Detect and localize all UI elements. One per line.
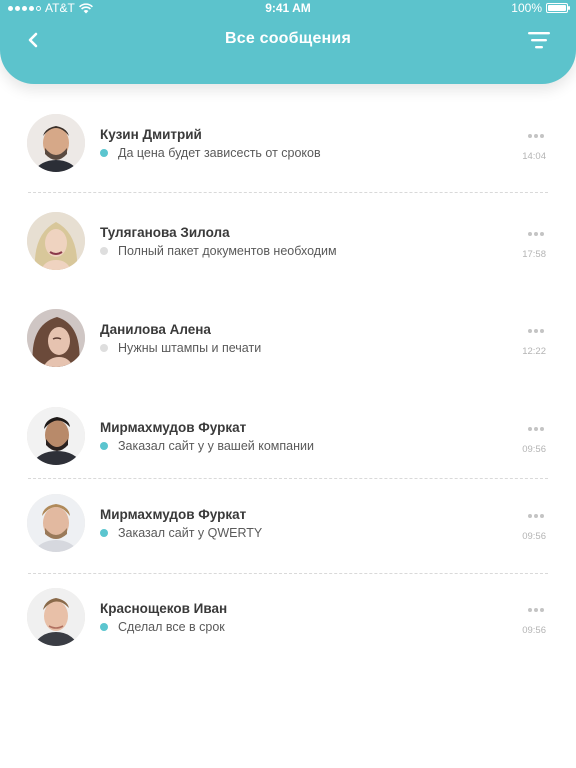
- battery-fill: [548, 5, 566, 11]
- status-dot: [100, 442, 108, 450]
- contact-name: Туляганова Зилола: [100, 225, 230, 240]
- avatar: [27, 407, 85, 465]
- message-row[interactable]: Краснощеков Иван Сделал все в срок 09:56: [0, 582, 576, 678]
- message-preview: Заказал сайт у QWERTY: [100, 526, 262, 540]
- message-row[interactable]: Мирмахмудов Фуркат Заказал сайт у QWERTY…: [0, 488, 576, 584]
- message-row[interactable]: Данилова Алена Нужны штампы и печати 12:…: [0, 303, 576, 399]
- avatar: [27, 309, 85, 367]
- row-divider: [28, 192, 548, 193]
- more-icon[interactable]: [526, 327, 546, 335]
- message-row[interactable]: Туляганова Зилола Полный пакет документо…: [0, 206, 576, 302]
- status-dot: [100, 623, 108, 631]
- header-bar: AT&T 9:41 AM 100% Все сообщения: [0, 0, 576, 84]
- page-title: Все сообщения: [225, 30, 351, 47]
- status-dot: [100, 149, 108, 157]
- message-preview: Полный пакет документов необходим: [100, 244, 337, 258]
- more-icon[interactable]: [526, 230, 546, 238]
- message-time: 17:58: [522, 249, 546, 260]
- battery-icon: [546, 3, 570, 13]
- status-time: 9:41 AM: [265, 1, 311, 15]
- battery-percent: 100%: [511, 1, 542, 15]
- status-dot: [100, 344, 108, 352]
- status-dot: [100, 247, 108, 255]
- more-icon[interactable]: [526, 132, 546, 140]
- message-preview: Да цена будет зависесть от сроков: [100, 146, 321, 160]
- more-icon[interactable]: [526, 606, 546, 614]
- message-text: Нужны штампы и печати: [118, 341, 262, 355]
- status-right: 100%: [511, 1, 570, 15]
- contact-name: Данилова Алена: [100, 322, 211, 337]
- row-divider: [28, 573, 548, 574]
- avatar: [27, 588, 85, 646]
- message-preview: Заказал сайт у у вашей компании: [100, 439, 314, 453]
- row-divider: [28, 478, 548, 479]
- message-text: Да цена будет зависесть от сроков: [118, 146, 321, 160]
- status-dot: [100, 529, 108, 537]
- contact-name: Мирмахмудов Фуркат: [100, 420, 247, 435]
- message-row[interactable]: Кузин Дмитрий Да цена будет зависесть от…: [0, 108, 576, 204]
- message-time: 14:04: [522, 151, 546, 162]
- message-time: 12:22: [522, 346, 546, 357]
- message-preview: Нужны штампы и печати: [100, 341, 261, 355]
- contact-name: Кузин Дмитрий: [100, 127, 202, 142]
- avatar: [27, 494, 85, 552]
- message-time: 09:56: [522, 444, 546, 455]
- avatar: [27, 212, 85, 270]
- message-text: Сделал все в срок: [118, 620, 225, 634]
- contact-name: Мирмахмудов Фуркат: [100, 507, 247, 522]
- status-bar: AT&T 9:41 AM 100%: [0, 0, 576, 16]
- message-text: Заказал сайт у у вашей компании: [118, 439, 314, 453]
- filter-icon: [528, 32, 550, 49]
- contact-name: Краснощеков Иван: [100, 601, 228, 616]
- message-text: Заказал сайт у QWERTY: [118, 526, 263, 540]
- more-icon[interactable]: [526, 425, 546, 433]
- message-row[interactable]: Мирмахмудов Фуркат Заказал сайт у у ваше…: [0, 401, 576, 497]
- filter-button[interactable]: [526, 28, 552, 52]
- message-time: 09:56: [522, 625, 546, 636]
- avatar: [27, 114, 85, 172]
- message-time: 09:56: [522, 531, 546, 542]
- message-text: Полный пакет документов необходим: [118, 244, 337, 258]
- more-icon[interactable]: [526, 512, 546, 520]
- message-preview: Сделал все в срок: [100, 620, 225, 634]
